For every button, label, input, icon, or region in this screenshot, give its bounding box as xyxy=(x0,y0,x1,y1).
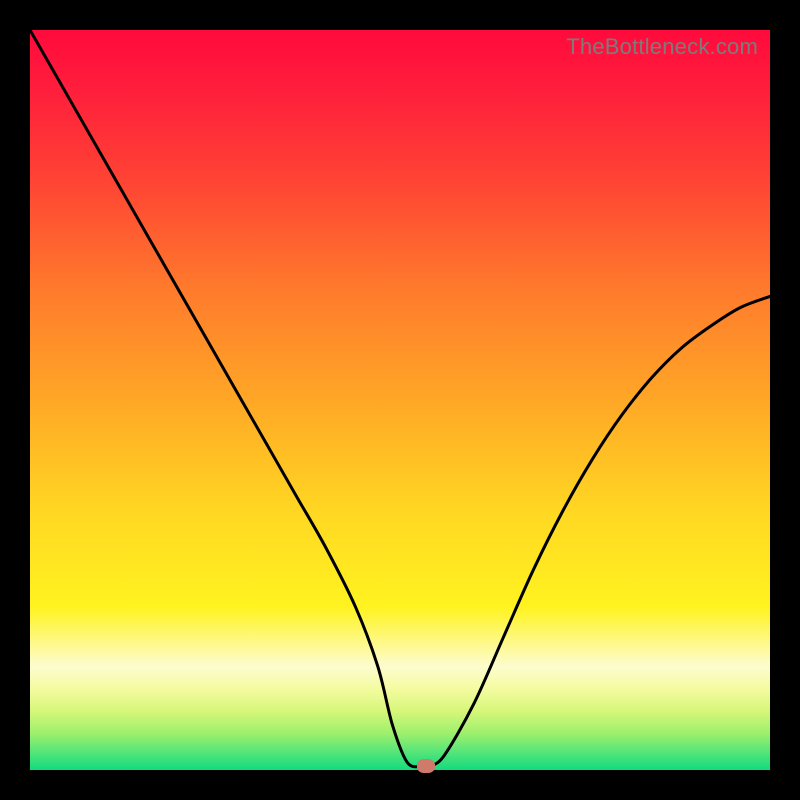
curve-svg xyxy=(30,30,770,770)
chart-frame: TheBottleneck.com xyxy=(0,0,800,800)
plot-area: TheBottleneck.com xyxy=(30,30,770,770)
bottleneck-curve xyxy=(30,30,770,767)
optimal-marker xyxy=(417,759,435,773)
